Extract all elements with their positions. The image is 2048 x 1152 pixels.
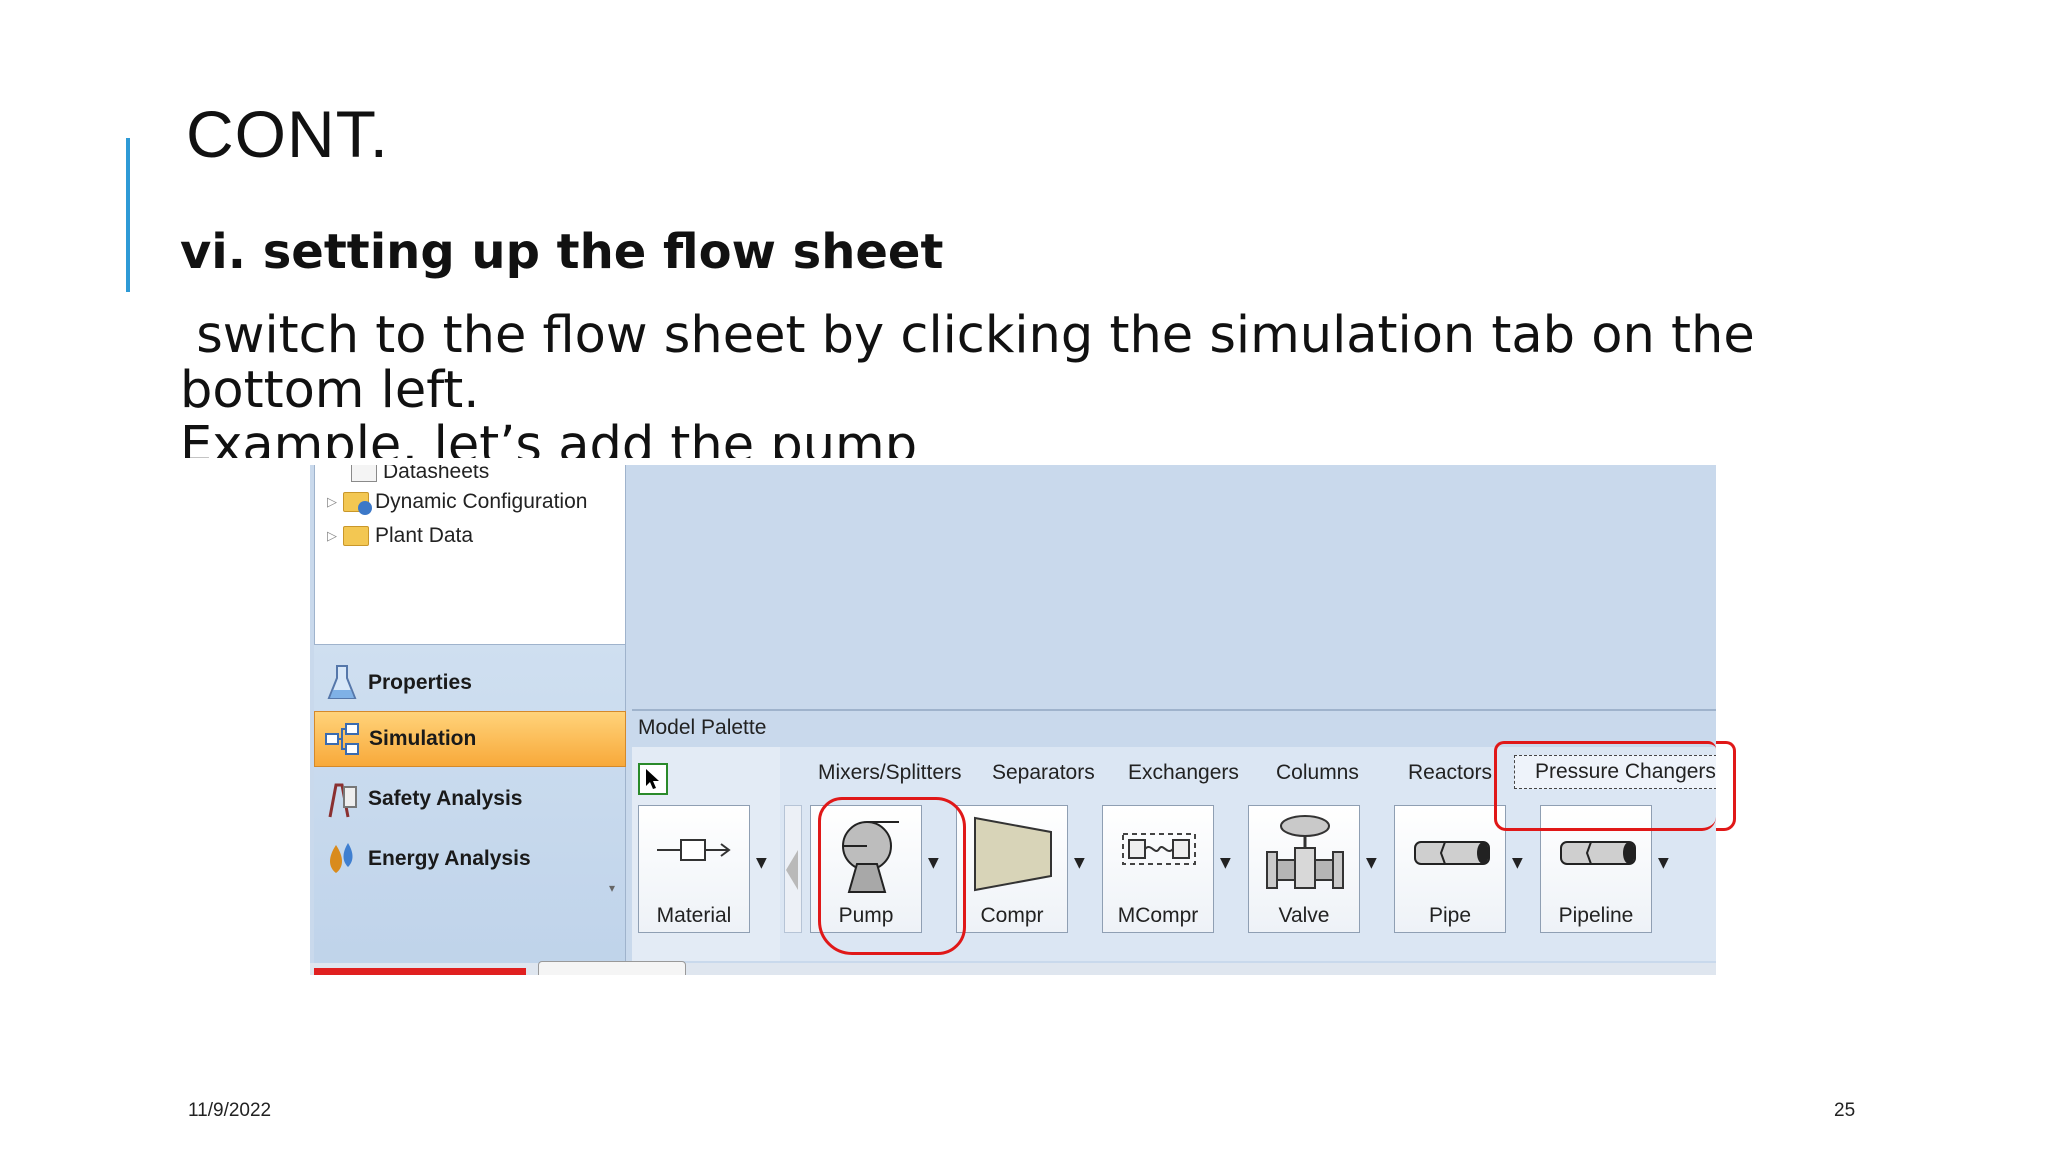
body-line: switch to the flow sheet by clicking the… [180, 306, 1755, 365]
dropdown-arrow-icon[interactable]: ▼ [1366, 855, 1377, 871]
slide-page-number: 25 [1834, 1100, 1856, 1121]
tree-item-label: Datasheets [383, 465, 490, 483]
folder-check-icon [343, 492, 372, 515]
flask-icon [322, 663, 362, 703]
navigation-tree: Datasheets ▷ Dynamic Configuration ▷ Pla… [314, 465, 626, 645]
dropdown-arrow-icon[interactable]: ▼ [1220, 855, 1231, 871]
expand-arrow-icon[interactable]: ▷ [327, 528, 343, 544]
bottom-tab[interactable] [538, 961, 686, 975]
palette-streams: Material ▼ [632, 747, 780, 961]
tab-mixers-splitters[interactable]: Mixers/Splitters [818, 761, 962, 785]
aspen-screenshot: Datasheets ▷ Dynamic Configuration ▷ Pla… [310, 465, 1716, 975]
dropdown-arrow-icon[interactable]: ▼ [928, 855, 939, 871]
bottom-status-bar [314, 968, 526, 975]
model-label: Material [656, 904, 732, 927]
nav-label: Safety Analysis [368, 787, 523, 810]
model-palette-title: Model Palette [632, 709, 1716, 745]
dropdown-arrow-icon[interactable]: ▼ [756, 855, 767, 871]
dropdown-arrow-icon[interactable]: ▼ [1512, 855, 1523, 871]
nav-label: Properties [368, 671, 472, 694]
select-cursor-button[interactable] [638, 763, 668, 795]
model-label: Pipe [1428, 904, 1472, 927]
tab-columns[interactable]: Columns [1276, 761, 1359, 785]
model-label: Compr [980, 904, 1044, 927]
tree-item-dynamic-configuration[interactable]: ▷ Dynamic Configuration [327, 487, 587, 517]
pipe-model-button[interactable]: Pipe [1394, 805, 1506, 933]
slide-date: 11/9/2022 [188, 1100, 272, 1121]
body-line: Example, let’s add the pump [180, 418, 918, 458]
more-options-icon[interactable]: ▾ [609, 881, 615, 895]
palette-scroll-left-button[interactable] [784, 805, 802, 933]
tree-item-label: Plant Data [375, 524, 474, 547]
model-label: MCompr [1117, 904, 1199, 927]
dropdown-arrow-icon[interactable]: ▼ [1074, 855, 1085, 871]
compressor-model-button[interactable]: Compr [956, 805, 1068, 933]
model-label: Pump [838, 904, 894, 927]
tree-item-plant-data[interactable]: ▷ Plant Data [327, 521, 473, 551]
slide-title: CONT. [186, 97, 389, 171]
pipeline-model-button[interactable]: Pipeline [1540, 805, 1652, 933]
nav-simulation-button[interactable]: Simulation [314, 711, 626, 767]
flowsheet-icon [323, 719, 363, 759]
material-stream-button[interactable]: Material [638, 805, 750, 933]
dropdown-arrow-icon[interactable]: ▼ [1658, 855, 1669, 871]
nav-label: Simulation [369, 727, 477, 750]
expand-arrow-icon[interactable]: ▷ [327, 494, 343, 510]
palette-tabs: Mixers/Splitters Separators Exchangers C… [782, 747, 1716, 797]
nav-label: Energy Analysis [368, 847, 531, 870]
slide-subheading: vi. setting up the flow sheet [180, 224, 944, 280]
energy-icon [322, 839, 362, 879]
nav-energy-analysis-button[interactable]: Energy Analysis [314, 831, 626, 887]
folder-icon [343, 526, 369, 546]
pressure-changers-highlight-box-edge [1716, 741, 1736, 831]
safety-icon [322, 779, 362, 819]
tab-reactors[interactable]: Reactors [1408, 761, 1492, 785]
navigation-pane: Properties Simulation Safety Analysis En… [314, 645, 626, 975]
tab-separators[interactable]: Separators [992, 761, 1095, 785]
tree-item-datasheets[interactable]: Datasheets [351, 465, 489, 487]
nav-properties-button[interactable]: Properties [314, 655, 626, 711]
pump-model-button[interactable]: Pump [810, 805, 922, 933]
model-label: Valve [1278, 904, 1330, 927]
slide-body: switch to the flow sheet by clicking the… [180, 308, 1755, 458]
body-line: bottom left. [180, 361, 480, 420]
tab-pressure-changers[interactable]: Pressure Changers [1514, 755, 1716, 789]
accent-bar [126, 138, 130, 292]
multistage-compressor-model-button[interactable]: MCompr [1102, 805, 1214, 933]
model-label: Pipeline [1558, 904, 1634, 927]
datasheet-icon [351, 465, 377, 482]
model-palette: Material ▼ Mixers/Splitters Separators E… [632, 747, 1716, 961]
nav-safety-analysis-button[interactable]: Safety Analysis [314, 771, 626, 827]
tab-exchangers[interactable]: Exchangers [1128, 761, 1239, 785]
tree-item-label: Dynamic Configuration [375, 490, 588, 513]
valve-model-button[interactable]: Valve [1248, 805, 1360, 933]
